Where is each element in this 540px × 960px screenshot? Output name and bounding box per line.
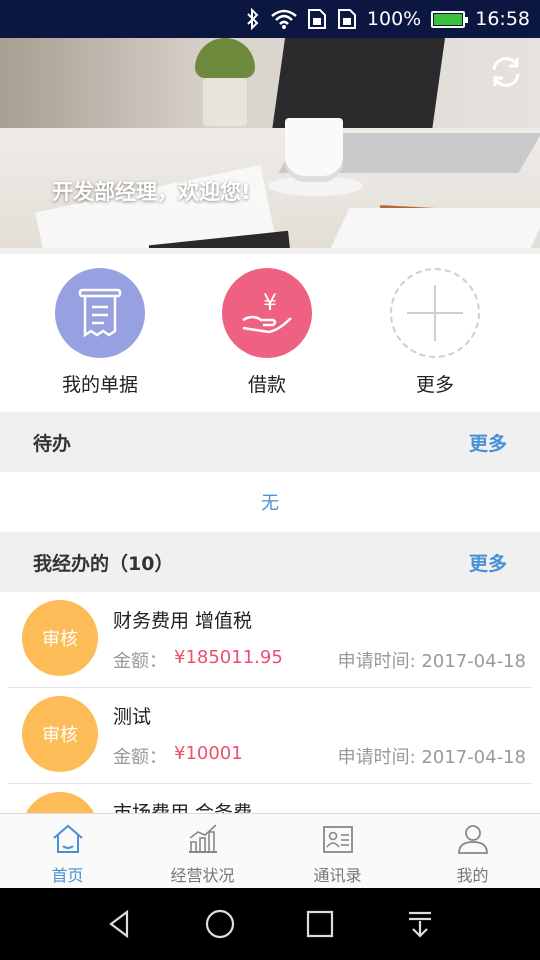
- sim2-icon: [337, 8, 357, 30]
- battery-percent: 100%: [366, 8, 422, 30]
- tab-label: 经营状况: [170, 866, 235, 885]
- quick-actions: 我的单据 ¥ 借款 更多: [0, 248, 540, 413]
- todo-header: 待办 更多: [0, 412, 540, 472]
- notification-pulldown-icon[interactable]: [403, 907, 437, 941]
- handled-list: 审核 财务费用 增值税 金额： ¥185011.95 申请时间: 2017-04…: [0, 592, 540, 813]
- item-name: 测试: [113, 706, 152, 728]
- status-badge: 审核: [22, 792, 98, 813]
- banner-wall: [0, 38, 540, 128]
- status-bar: 100% 16:58: [0, 0, 540, 38]
- todo-title: 待办: [33, 432, 72, 455]
- banner-notebook: [330, 208, 540, 248]
- status-badge: 审核: [22, 696, 98, 772]
- list-item[interactable]: 审核 市场费用 会务费: [8, 784, 532, 813]
- action-loan[interactable]: ¥ 借款: [207, 268, 327, 397]
- banner-cup: [285, 118, 343, 176]
- action-label: 借款: [247, 374, 286, 396]
- todo-empty-text: 无: [0, 472, 540, 532]
- battery-fill: [434, 13, 463, 25]
- bottom-tab-bar: 首页 经营状况 通讯录 我的: [0, 813, 540, 888]
- amount-label: 金额：: [113, 747, 167, 768]
- wifi-icon: [271, 9, 297, 29]
- tab-contacts[interactable]: 通讯录: [270, 814, 405, 888]
- list-item[interactable]: 审核 财务费用 增值税 金额： ¥185011.95 申请时间: 2017-04…: [8, 592, 532, 688]
- battery-icon: [431, 10, 469, 28]
- handled-title: 我经办的（10）: [33, 552, 174, 575]
- recents-icon[interactable]: [303, 907, 337, 941]
- contacts-icon: [322, 826, 353, 853]
- plus-icon[interactable]: [390, 268, 480, 358]
- home-button-icon[interactable]: [203, 907, 237, 941]
- tab-mine[interactable]: 我的: [405, 814, 540, 888]
- home-icon: [52, 824, 83, 853]
- tab-label: 首页: [51, 866, 84, 885]
- action-label: 我的单据: [61, 374, 138, 396]
- amount-label: 金额：: [113, 651, 167, 672]
- welcome-text: 开发部经理，欢迎您!: [52, 180, 251, 204]
- action-more[interactable]: 更多: [375, 268, 495, 397]
- back-icon[interactable]: [103, 907, 137, 941]
- tab-label: 通讯录: [313, 866, 362, 885]
- handled-header: 我经办的（10） 更多: [0, 532, 540, 592]
- item-name: 财务费用 增值税: [113, 610, 253, 632]
- action-label: 更多: [415, 374, 454, 396]
- welcome-banner: 开发部经理，欢迎您!: [0, 38, 540, 248]
- tab-home[interactable]: 首页: [0, 814, 135, 888]
- user-icon: [457, 825, 488, 854]
- sim1-icon: [307, 8, 327, 30]
- refresh-icon[interactable]: [488, 54, 524, 90]
- amount-value: ¥10001: [174, 743, 243, 764]
- list-item[interactable]: 审核 测试 金额： ¥10001 申请时间: 2017-04-18: [8, 688, 532, 784]
- banner-saucer: [268, 176, 363, 196]
- banner-pot: [203, 78, 247, 126]
- clock: 16:58: [475, 8, 530, 30]
- system-nav-bar: [0, 888, 540, 960]
- action-my-documents[interactable]: 我的单据: [40, 268, 160, 397]
- amount-value: ¥185011.95: [174, 647, 283, 668]
- svg-text:¥: ¥: [263, 291, 277, 316]
- tab-business-status[interactable]: 经营状况: [135, 814, 270, 888]
- bluetooth-icon: [245, 8, 261, 30]
- apply-time: 申请时间: 2017-04-18: [337, 747, 526, 768]
- apply-time: 申请时间: 2017-04-18: [337, 651, 526, 672]
- loan-icon[interactable]: ¥: [222, 268, 312, 358]
- chart-icon: [188, 824, 217, 853]
- todo-more-link[interactable]: 更多: [469, 429, 507, 456]
- receipt-icon[interactable]: [55, 268, 145, 358]
- item-name: 市场费用 会务费: [113, 802, 253, 813]
- tab-label: 我的: [456, 866, 489, 885]
- handled-more-link[interactable]: 更多: [469, 549, 507, 576]
- status-badge: 审核: [22, 600, 98, 676]
